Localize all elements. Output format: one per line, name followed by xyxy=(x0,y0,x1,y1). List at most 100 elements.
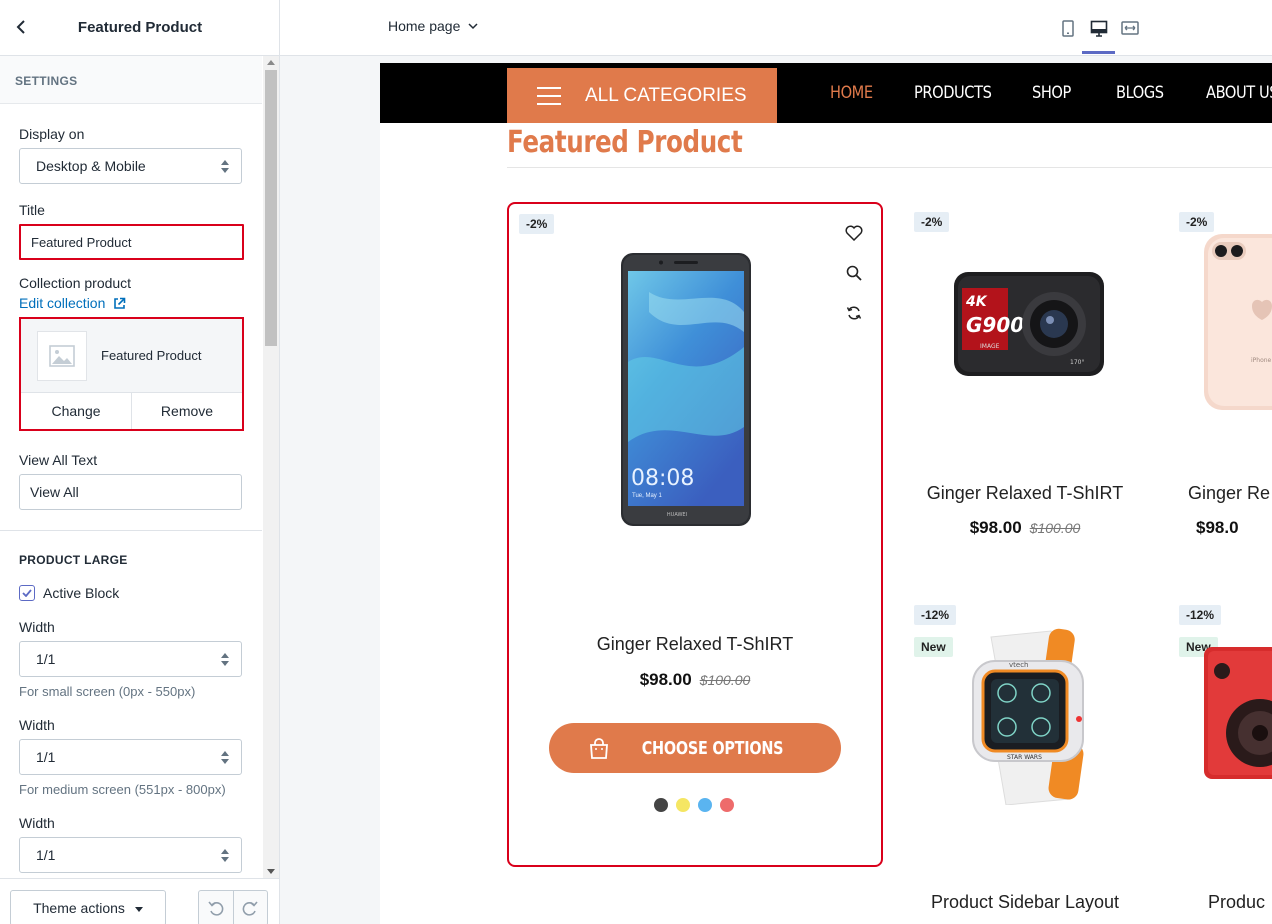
nav-home[interactable]: HOME xyxy=(830,83,873,103)
swatch-yellow[interactable] xyxy=(676,798,690,812)
sidebar-header: Featured Product xyxy=(0,0,279,56)
active-block-checkbox[interactable] xyxy=(19,585,35,601)
change-collection-button[interactable]: Change xyxy=(21,393,131,429)
width-label: Width xyxy=(19,717,55,733)
view-all-input[interactable]: View All xyxy=(19,474,242,510)
edit-collection-link[interactable]: Edit collection xyxy=(19,295,126,311)
svg-text:HUAWEI: HUAWEI xyxy=(667,512,687,518)
all-categories-button[interactable]: ALL CATEGORIES xyxy=(507,68,777,123)
product-old-price: $100.00 xyxy=(699,672,751,688)
swatch-blue[interactable] xyxy=(698,798,712,812)
price-row: $98.00 $100.00 xyxy=(913,518,1137,538)
caret-down-icon xyxy=(134,907,143,912)
kids-smartwatch-image: vtech STAR WARS xyxy=(951,627,1101,810)
section-title: Featured Product xyxy=(507,125,743,160)
undo-button[interactable] xyxy=(199,891,233,924)
discount-badge: -2% xyxy=(914,212,950,232)
product-name[interactable]: Produc xyxy=(1208,892,1265,913)
sidebar-scrollbar[interactable] xyxy=(263,56,279,878)
active-device-indicator xyxy=(1082,51,1115,54)
smartphone-image: HUAWEI 08:08 Tue, May 1 xyxy=(619,252,753,533)
title-input[interactable]: Featured Product xyxy=(19,224,244,260)
preview-topbar: Home page xyxy=(280,0,1272,56)
width-large-field: Width 1/1 xyxy=(0,815,262,873)
quick-view-search-icon[interactable] xyxy=(843,262,865,284)
redo-icon xyxy=(242,901,258,916)
width-medium-select[interactable]: 1/1 xyxy=(19,739,242,775)
discount-badge: -12% xyxy=(1179,605,1222,625)
theme-editor: Featured Product SETTINGS Display on Des… xyxy=(0,0,1272,924)
redo-button[interactable] xyxy=(232,891,268,924)
choose-options-button[interactable]: CHOOSE OPTIONS xyxy=(549,723,841,773)
width-large-select[interactable]: 1/1 xyxy=(19,837,242,873)
product-large-heading: PRODUCT LARGE xyxy=(19,553,128,567)
settings-heading: SETTINGS xyxy=(0,56,262,104)
discount-badge: -12% xyxy=(914,605,957,625)
product-card[interactable]: -12% New ★★ xyxy=(1178,603,1272,924)
phone-date: Tue, May 1 xyxy=(632,493,662,499)
page-selector[interactable]: Home page xyxy=(388,18,478,34)
chevron-down-icon xyxy=(468,22,478,29)
select-arrows-icon xyxy=(221,751,229,765)
svg-text:STAR WARS: STAR WARS xyxy=(1007,754,1042,761)
title-field: Title Featured Product xyxy=(0,202,262,260)
display-on-select[interactable]: Desktop & Mobile xyxy=(19,148,242,184)
back-icon[interactable] xyxy=(10,16,32,38)
compare-icon[interactable] xyxy=(843,302,865,324)
nav-products[interactable]: PRODUCTS xyxy=(914,83,992,103)
scroll-down-icon[interactable] xyxy=(267,869,275,874)
swatch-red[interactable] xyxy=(720,798,734,812)
settings-sidebar: Featured Product SETTINGS Display on Des… xyxy=(0,0,280,924)
product-price: $98.0 xyxy=(1196,518,1239,537)
width-small-select[interactable]: 1/1 xyxy=(19,641,242,677)
product-name[interactable]: Ginger Relaxed T-ShIRT xyxy=(509,634,881,655)
product-price: $98.00 xyxy=(639,670,692,689)
desktop-icon xyxy=(1090,20,1108,37)
product-card[interactable]: -12% New vtech STAR WARS xyxy=(913,603,1137,924)
featured-large-product-card[interactable]: -2% HUAWEI 08:08 Tue, May 1 Ginger Relax… xyxy=(507,202,883,867)
scrollbar-thumb[interactable] xyxy=(265,70,277,346)
collection-label: Collection product xyxy=(19,275,132,291)
product-name[interactable]: Ginger Relaxed T-ShIRT xyxy=(913,483,1137,504)
width-medium-value: 1/1 xyxy=(36,749,56,765)
edit-collection-text: Edit collection xyxy=(19,295,106,311)
width-small-help: For small screen (0px - 550px) xyxy=(19,684,196,699)
wishlist-heart-icon[interactable] xyxy=(843,222,865,244)
collection-card: Featured Product Change Remove xyxy=(19,317,244,431)
theme-actions-button[interactable]: Theme actions xyxy=(10,890,166,924)
nav-about-us[interactable]: ABOUT US xyxy=(1206,83,1272,103)
section-divider xyxy=(0,530,262,531)
store-preview: ALL CATEGORIES HOME PRODUCTS SHOP BLOGS … xyxy=(380,63,1272,924)
mobile-view-button[interactable] xyxy=(1053,14,1083,42)
view-all-value: View All xyxy=(30,484,79,500)
fullscreen-view-button[interactable] xyxy=(1115,14,1145,42)
product-price: $98.00 xyxy=(969,518,1022,537)
theme-actions-label: Theme actions xyxy=(33,900,125,916)
product-name[interactable]: Ginger Re xyxy=(1188,483,1270,504)
price-row: $98.00 $100.00 xyxy=(509,670,881,690)
product-card[interactable]: -2% iPhone Ginger Re $98.0 xyxy=(1178,202,1272,542)
scroll-up-icon[interactable] xyxy=(267,60,275,65)
svg-text:vtech: vtech xyxy=(1009,661,1028,669)
nav-blogs[interactable]: BLOGS xyxy=(1116,83,1164,103)
external-link-icon xyxy=(114,297,126,309)
display-on-label: Display on xyxy=(19,126,85,142)
product-card[interactable]: -2% 4K G900 IMAGE 170° Ginger Relaxed T-… xyxy=(913,202,1137,542)
product-name[interactable]: Product Sidebar Layout xyxy=(913,892,1137,913)
desktop-view-button[interactable] xyxy=(1084,14,1114,42)
title-input-value: Featured Product xyxy=(31,235,132,250)
display-on-field: Display on Desktop & Mobile xyxy=(0,126,262,184)
remove-collection-button[interactable]: Remove xyxy=(131,393,242,429)
collection-actions: Change Remove xyxy=(21,393,242,429)
svg-text:iPhone: iPhone xyxy=(1251,357,1272,364)
title-underline xyxy=(507,167,1272,168)
image-placeholder-icon xyxy=(37,330,87,381)
product-old-price: $100.00 xyxy=(1029,520,1081,536)
width-label: Width xyxy=(19,619,55,635)
collection-field: Collection product Edit collection Featu… xyxy=(0,275,262,431)
nav-shop[interactable]: SHOP xyxy=(1032,83,1071,103)
swatch-dark[interactable] xyxy=(654,798,668,812)
fullscreen-icon xyxy=(1121,21,1139,35)
width-small-value: 1/1 xyxy=(36,651,56,667)
phone-back-image: iPhone xyxy=(1202,232,1272,417)
